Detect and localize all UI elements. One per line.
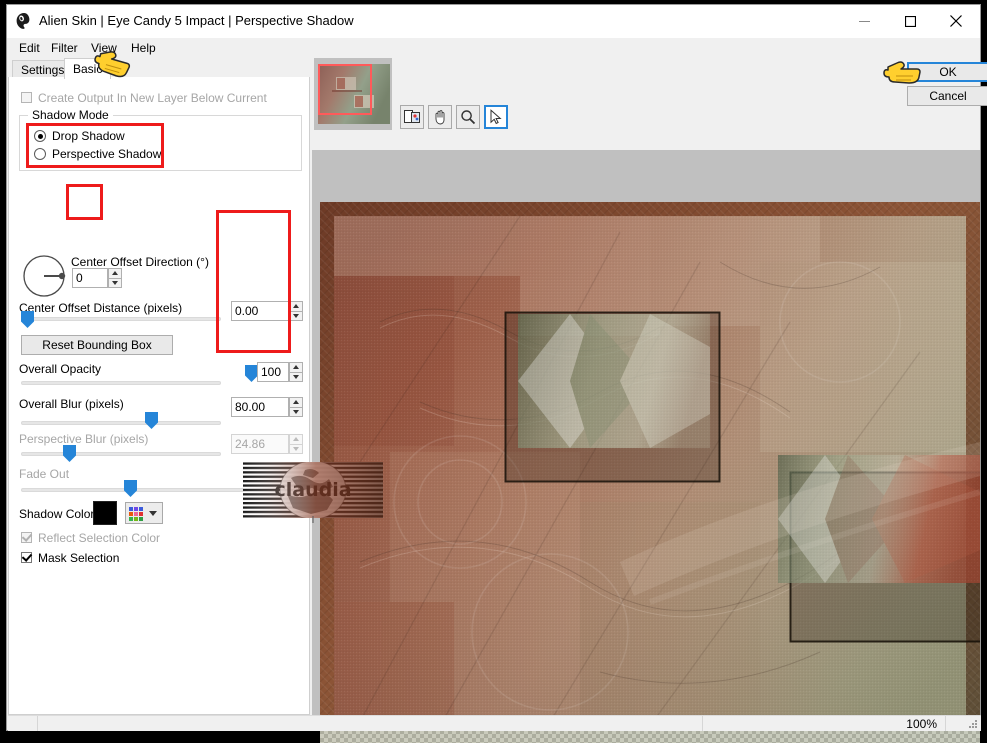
status-bar: 100% [8,715,981,731]
stepper-down-icon [289,443,303,454]
overall-blur-steppers[interactable] [289,397,303,417]
shadow-color-palette-button[interactable] [125,502,163,524]
application-window: Alien Skin | Eye Candy 5 Impact | Perspe… [6,4,987,743]
close-button[interactable] [933,5,979,37]
status-cell-1 [8,716,38,731]
center-offset-distance-track[interactable] [21,317,221,321]
perspective-blur-steppers [289,434,303,454]
reflect-selection-color-box [21,532,32,543]
radio-perspective-shadow-label: Perspective Shadow [52,147,162,161]
menu-filter[interactable]: Filter [45,38,84,58]
navigator-viewport-rect[interactable] [318,64,372,115]
resize-grip-icon[interactable] [966,717,978,729]
zoom-level: 100% [906,717,937,731]
center-offset-direction-steppers[interactable] [108,268,122,288]
stepper-down-icon[interactable] [289,406,303,417]
tab-strip: Settings Basic [8,58,310,79]
hand-pan-icon [435,110,445,125]
radio-drop-shadow-dot [34,130,46,142]
shadow-mode-group: Shadow Mode [19,108,302,171]
radio-drop-shadow-label: Drop Shadow [52,129,125,143]
center-offset-distance-thumb[interactable] [21,311,34,328]
stepper-down-icon[interactable] [108,277,122,288]
color-palette-icon [129,507,143,521]
perspective-blur-track [21,452,221,456]
stepper-up-icon[interactable] [289,397,303,407]
preview-render [320,202,980,743]
tab-basic[interactable]: Basic [64,58,112,79]
minimize-button[interactable] [841,5,887,37]
menu-bar: Edit Filter View Help [7,38,980,58]
fade-out-thumb [124,480,137,497]
window-title: Alien Skin | Eye Candy 5 Impact | Perspe… [39,13,354,28]
shadow-mode-group-title: Shadow Mode [28,108,113,122]
before-after-compare-icon [403,110,420,123]
minimize-icon [858,20,870,22]
menu-help[interactable]: Help [125,38,162,58]
navigator-thumbnail[interactable] [314,58,392,130]
center-offset-direction-spinbox[interactable]: 0 [72,268,122,288]
overall-opacity-spinbox[interactable]: 100 [257,362,303,382]
center-offset-direction-dial[interactable] [22,254,66,298]
create-output-checkbox-box [21,92,32,103]
stepper-up-icon[interactable] [289,362,303,372]
stepper-up-icon[interactable] [289,301,303,311]
before-after-compare-tool[interactable] [400,105,424,129]
overall-blur-label: Overall Blur (pixels) [19,397,124,411]
center-offset-direction-label: Center Offset Direction (°) [71,255,209,269]
reflect-selection-color-label: Reflect Selection Color [38,531,161,545]
stepper-up-icon[interactable] [108,268,122,278]
chevron-down-icon [149,511,157,516]
maximize-icon [904,15,916,27]
overall-blur-thumb[interactable] [145,412,158,429]
overall-opacity-input[interactable]: 100 [257,362,289,382]
perspective-blur-label: Perspective Blur (pixels) [19,432,149,446]
title-bar: Alien Skin | Eye Candy 5 Impact | Perspe… [7,5,980,38]
fade-out-label: Fade Out [19,467,70,481]
status-cell-2 [38,716,703,731]
close-icon [950,15,962,27]
perspective-blur-thumb [63,445,76,462]
preview-area[interactable] [312,150,980,743]
perspective-blur-input: 24.86 [231,434,289,454]
mask-selection-box [21,552,32,563]
stepper-down-icon[interactable] [289,371,303,382]
overall-blur-track[interactable] [21,421,221,425]
overall-blur-input[interactable]: 80.00 [231,397,289,417]
screen: Alien Skin | Eye Candy 5 Impact | Perspe… [0,0,987,743]
zoom-magnifier-tool[interactable] [456,105,480,129]
center-offset-distance-spinbox[interactable]: 0.00 [231,301,303,321]
maximize-button[interactable] [887,5,933,37]
ok-button[interactable]: OK [907,62,987,82]
watermark-claudia: claudia [243,462,383,523]
reset-bounding-box-button[interactable]: Reset Bounding Box [21,335,173,355]
center-offset-direction-input[interactable]: 0 [72,268,108,288]
overall-opacity-steppers[interactable] [289,362,303,382]
shadow-color-label: Shadow Color [19,507,95,521]
shadow-color-swatch[interactable] [93,501,117,525]
alien-skin-logo-icon [16,13,30,29]
zoom-magnifier-icon [461,110,476,125]
perspective-blur-spinbox: 24.86 [231,434,303,454]
preview-image[interactable] [320,202,980,743]
stepper-down-icon[interactable] [289,310,303,321]
stepper-up-icon [289,434,303,444]
cancel-button[interactable]: Cancel [907,86,987,106]
arrow-select-tool[interactable] [484,105,508,129]
center-offset-distance-label: Center Offset Distance (pixels) [19,301,183,315]
center-offset-distance-input[interactable]: 0.00 [231,301,289,321]
menu-view[interactable]: View [85,38,123,58]
overall-opacity-label: Overall Opacity [19,362,102,376]
create-output-label: Create Output In New Layer Below Current [38,91,267,105]
overall-opacity-track[interactable] [21,381,221,385]
preview-panel: Preview Background: None OK Cancel [312,58,987,743]
settings-panel: Create Output In New Layer Below Current… [8,77,310,715]
mask-selection-label: Mask Selection [38,551,120,565]
hand-pan-tool[interactable] [428,105,452,129]
overall-blur-spinbox[interactable]: 80.00 [231,397,303,417]
menu-edit[interactable]: Edit [13,38,46,58]
center-offset-distance-steppers[interactable] [289,301,303,321]
radio-perspective-shadow-dot [34,148,46,160]
arrow-select-icon [490,109,502,125]
